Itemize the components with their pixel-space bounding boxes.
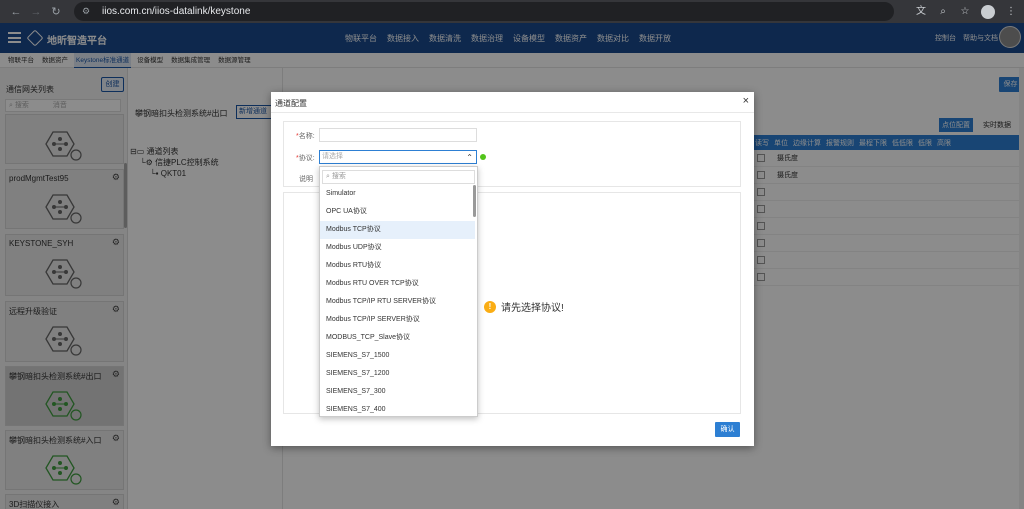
status-dot-icon [480,154,486,160]
warning-icon: ! [484,300,496,313]
protocol-option[interactable]: Simulator [320,185,475,203]
bookmark-star-icon[interactable]: ☆ [956,3,974,20]
protocol-label: *协议: [296,155,315,162]
protocol-options: Simulator OPC UA协议 Modbus TCP协议 Modbus U… [320,185,475,416]
browser-toolbar: ← → ↻ ⚙ iios.com.cn/iios-datalink/keysto… [0,0,1024,23]
translate-icon[interactable]: 文 [912,3,930,20]
close-icon[interactable]: × [743,95,749,107]
url-text: iios.com.cn/iios-datalink/keystone [102,6,251,17]
forward-icon[interactable]: → [26,6,46,18]
back-icon[interactable]: ← [6,6,26,18]
select-protocol-hint: ! 请先选择协议! [484,299,564,314]
protocol-option[interactable]: Modbus TCP/IP SERVER协议 [320,311,475,329]
address-bar[interactable]: ⚙ iios.com.cn/iios-datalink/keystone [74,2,894,21]
dialog-title: 通道配置 [275,99,307,108]
protocol-option[interactable]: Modbus UDP协议 [320,239,475,257]
protocol-option[interactable]: SIEMENS_S7_1500 [320,347,475,365]
protocol-option[interactable]: MODBUS_TCP_Slave协议 [320,329,475,347]
scrollbar[interactable] [473,185,476,217]
protocol-option[interactable]: SIEMENS_S7_1200 [320,365,475,383]
protocol-option[interactable]: Modbus RTU OVER TCP协议 [320,275,475,293]
name-input[interactable] [319,128,477,142]
more-menu-icon[interactable]: ⋮ [1002,3,1020,20]
protocol-search-input[interactable]: ⌕ 搜索 [322,170,475,184]
protocol-option[interactable]: Modbus TCP/IP RTU SERVER协议 [320,293,475,311]
name-label: *名称: [296,133,315,140]
protocol-select[interactable]: 请选择 ⌃ [319,150,477,164]
protocol-option[interactable]: Modbus RTU协议 [320,257,475,275]
zoom-icon[interactable]: ⌕ [934,3,952,20]
protocol-option[interactable]: SIEMENS_S7_400 [320,401,475,416]
description-label: 说明 [299,176,313,183]
reload-icon[interactable]: ↻ [46,5,66,18]
chevron-up-icon: ⌃ [466,153,473,162]
confirm-button[interactable]: 确认 [715,422,740,437]
profile-icon[interactable] [981,4,995,19]
protocol-option-highlighted[interactable]: Modbus TCP协议 [320,221,475,239]
dialog-header: 通道配置 × [271,92,754,113]
protocol-option[interactable]: OPC UA协议 [320,203,475,221]
protocol-dropdown: ⌕ 搜索 Simulator OPC UA协议 Modbus TCP协议 Mod… [319,166,478,417]
protocol-option[interactable]: SIEMENS_S7_300 [320,383,475,401]
site-info-icon[interactable]: ⚙ [82,6,96,18]
